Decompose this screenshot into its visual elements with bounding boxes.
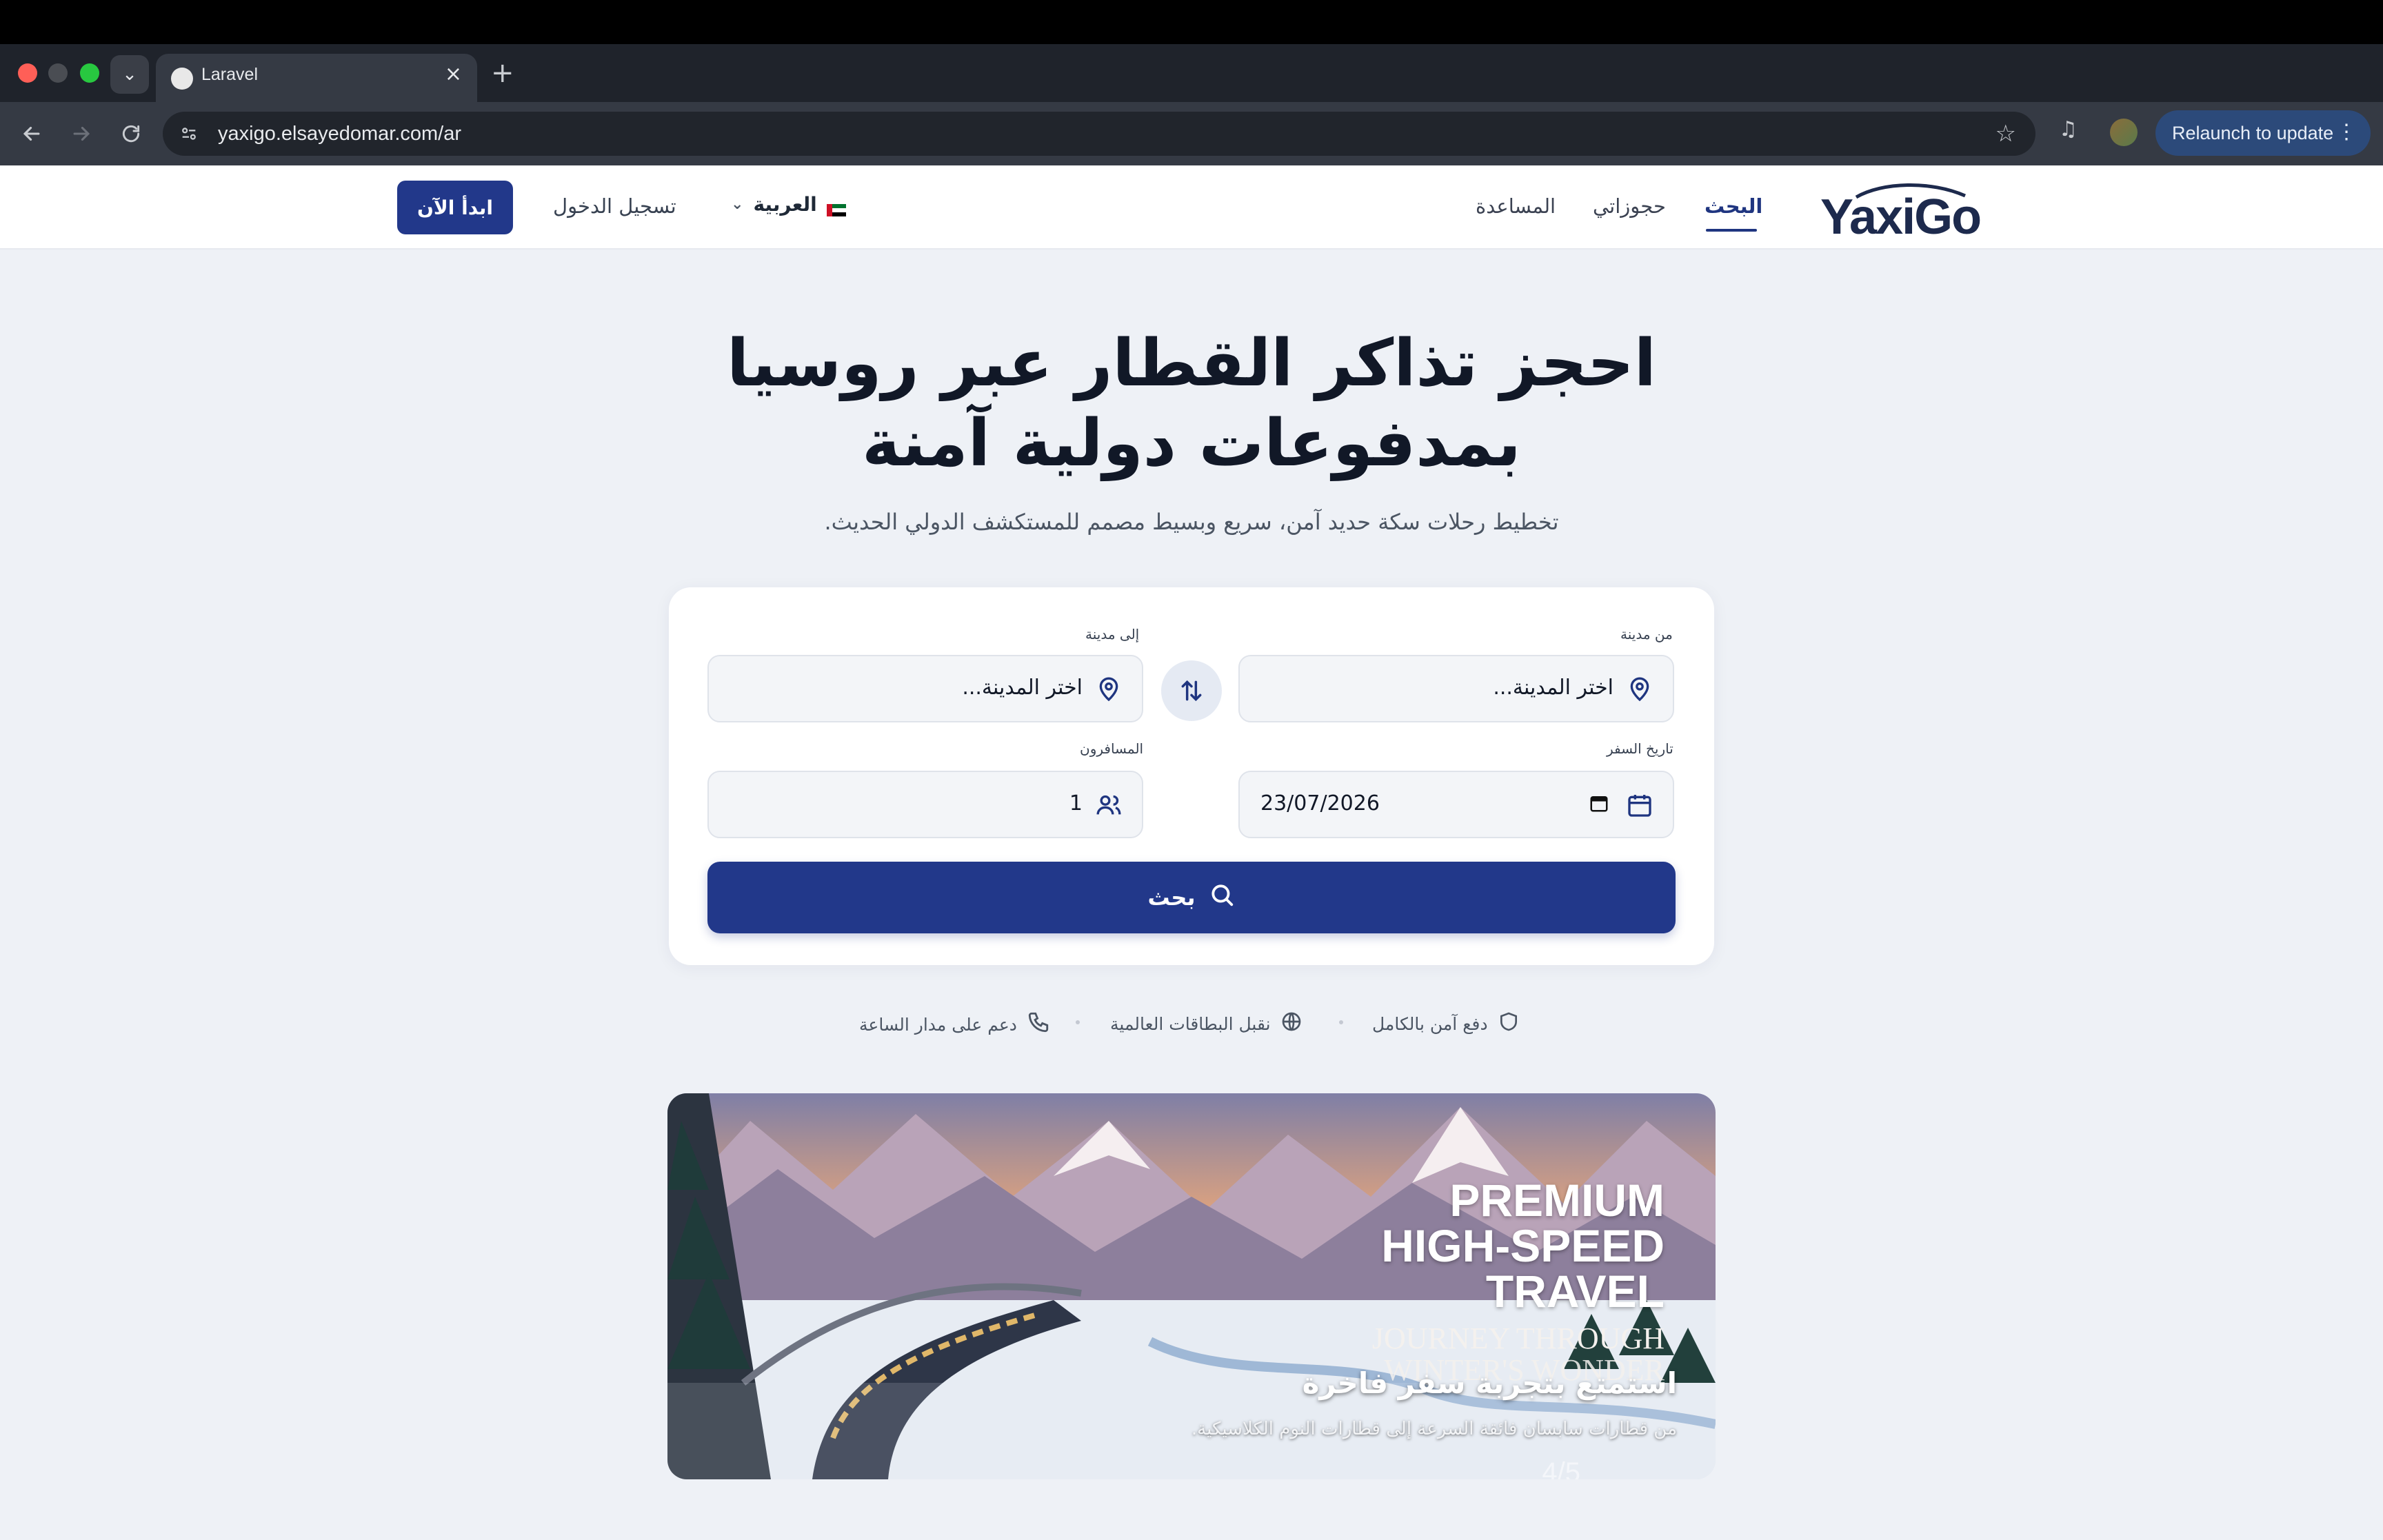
banner-tagline-line1: JOURNEY THROUGH [1371,1321,1665,1355]
nav-search-link[interactable]: البحث [1705,194,1762,218]
language-selector[interactable]: ⌄ العربية [731,193,846,216]
hero-title: احجز تذاكر القطار عبر روسيا بمدفوعات دول… [502,324,1881,484]
feature-support-text: دعم على مدار الساعة [859,1014,1017,1035]
banner-arabic-title: استمتع بتجربة سفر فاخرة [1302,1366,1677,1400]
more-vert-icon: ⋮ [2336,121,2357,143]
logo-text: YaxiGo [1820,190,1982,245]
hero-title-line1: احجز تذاكر القطار عبر روسيا [727,326,1656,401]
tab-search-button[interactable]: ⌄ [110,55,149,94]
from-city-field[interactable]: اختر المدينة... [1238,655,1674,722]
travel-date-label: تاريخ السفر [1607,740,1673,757]
map-pin-icon [1626,676,1653,703]
chevron-down-icon: ⌄ [122,64,137,85]
search-button[interactable]: بحث [707,862,1676,933]
reload-icon [122,125,140,143]
new-tab-button[interactable]: + [491,58,514,88]
site-info-icon[interactable] [178,123,200,145]
favicon-icon [171,68,193,90]
feature-support: دعم على مدار الساعة [859,1011,1050,1038]
site-logo[interactable]: YaxiGo [1820,181,1986,245]
globe-icon [1280,1011,1303,1037]
relaunch-label: Relaunch to update [2172,122,2334,143]
os-menu-bar [0,0,2383,44]
hero-subtitle: تخطيط رحلات سكة حديد آمن، سريع وبسيط مصم… [824,509,1559,535]
bookmark-star-icon[interactable]: ☆ [1995,120,2016,148]
swap-cities-button[interactable] [1161,660,1222,721]
hero-title-line2: بمدفوعات دولية آمنة [862,406,1521,481]
passengers-field[interactable]: 1 [707,771,1143,838]
banner-headline-line1: PREMIUM [1449,1175,1665,1226]
login-link[interactable]: تسجيل الدخول [553,194,676,218]
feature-secure-payment-text: دفع آمن بالكامل [1372,1013,1488,1034]
to-city-label: إلى مدينة [1085,626,1140,642]
phone-icon [1027,1011,1050,1038]
promo-banner[interactable]: PREMIUM HIGH-SPEED TRAVEL JOURNEY THROUG… [667,1093,1716,1479]
nav-help-link[interactable]: المساعدة [1476,194,1556,218]
nav-bookings-link[interactable]: حجوزاتي [1593,194,1666,218]
feature-separator [1076,1020,1080,1024]
arrow-right-icon [73,126,90,141]
arrow-left-icon [23,126,40,141]
swap-arrows-icon [1181,680,1202,702]
map-pin-icon [1095,676,1123,703]
feature-secure-payment: دفع آمن بالكامل [1372,1011,1520,1037]
banner-arabic-subtitle: من قطارات سابسان فائقة السرعة إلى قطارات… [1191,1419,1677,1439]
tab-close-icon[interactable]: × [445,62,462,86]
from-city-placeholder: اختر المدينة... [1493,676,1613,700]
forward-button[interactable] [65,117,98,150]
banner-headline-line3: TRAVEL [1485,1266,1665,1317]
back-button[interactable] [15,117,48,150]
passengers-label: المسافرون [1080,740,1144,757]
nav-active-indicator [1706,229,1757,232]
feature-global-cards-text: نقبل البطاقات العالمية [1110,1013,1271,1034]
travel-date-value: 23/07/2026 [1260,791,1380,815]
users-icon [1095,791,1123,819]
window-zoom-button[interactable] [80,63,99,83]
url-text[interactable]: yaxigo.elsayedomar.com/ar [218,123,461,145]
get-started-button[interactable]: ابدأ الآن [397,181,513,234]
date-picker-icon[interactable] [1589,793,1611,815]
window-close-button[interactable] [18,63,37,83]
banner-headline-line2: HIGH-SPEED [1381,1220,1665,1271]
passengers-value: 1 [1069,791,1083,815]
calendar-icon [1626,791,1653,819]
to-city-placeholder: اختر المدينة... [962,676,1083,700]
tab-title: Laravel [201,65,258,84]
reload-button[interactable] [114,117,148,150]
to-city-field[interactable]: اختر المدينة... [707,655,1143,722]
shield-icon [1498,1011,1520,1037]
feature-global-cards: نقبل البطاقات العالمية [1110,1011,1303,1037]
relaunch-button[interactable]: Relaunch to update ⋮ [2155,110,2371,156]
feature-separator [1339,1020,1343,1024]
chevron-down-icon: ⌄ [731,196,744,213]
travel-date-field[interactable]: 23/07/2026 [1238,771,1674,838]
site-header [0,165,2383,250]
address-bar[interactable]: yaxigo.elsayedomar.com/ar ☆ [163,112,2035,156]
banner-slide-counter: 4/5 [1542,1457,1580,1479]
browser-tab[interactable]: Laravel × [156,54,477,102]
search-button-label: بحث [1147,884,1196,911]
window-minimize-button[interactable] [48,63,68,83]
profile-avatar[interactable] [2110,119,2138,146]
media-control-icon[interactable]: ♫ [2059,117,2078,141]
language-label: العربية [753,193,817,216]
uae-flag-icon [826,199,846,216]
browser-toolbar: yaxigo.elsayedomar.com/ar ☆ [0,102,2383,165]
from-city-label: من مدينة [1620,626,1673,642]
search-icon [1209,882,1235,913]
